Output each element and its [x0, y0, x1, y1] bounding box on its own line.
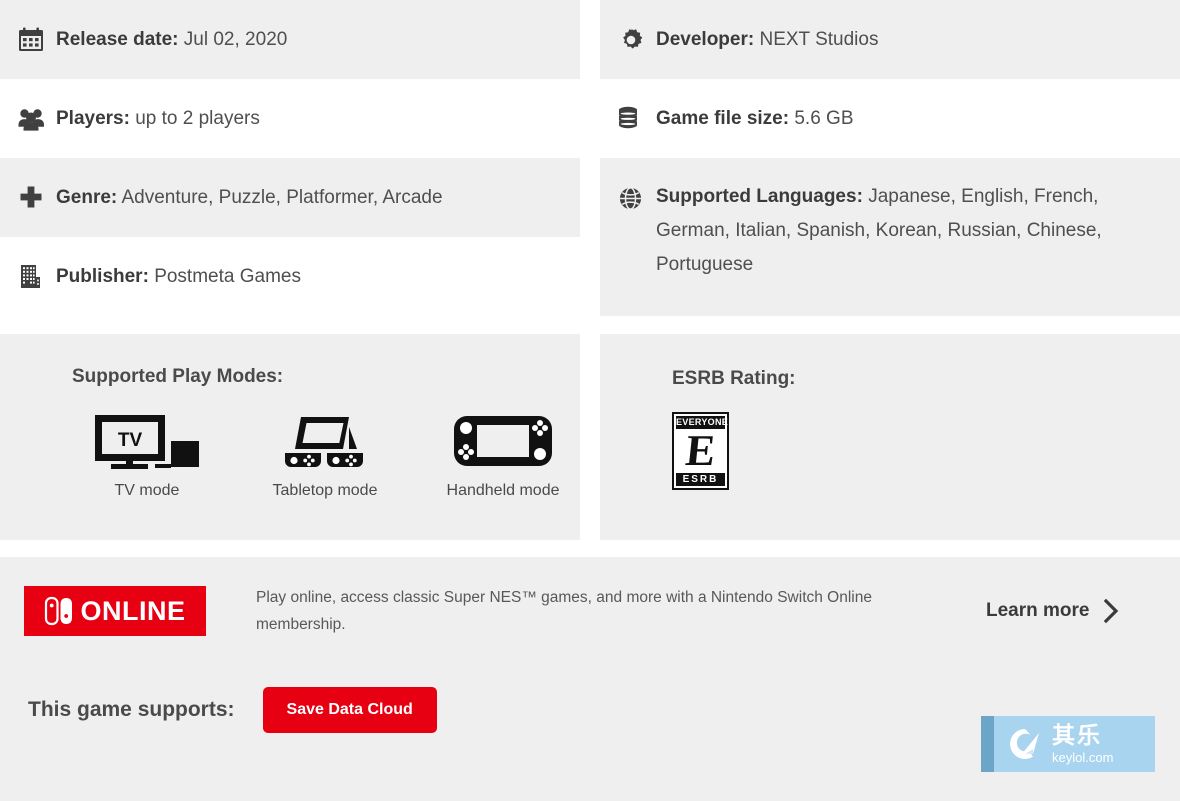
spec-text: Genre: Adventure, Puzzle, Platformer, Ar…	[56, 180, 457, 215]
spec-text: Players: up to 2 players	[56, 101, 274, 136]
nintendo-switch-online-banner: ONLINE Play online, access classic Super…	[0, 557, 1180, 665]
watermark-cn-text: 其乐	[1052, 722, 1102, 748]
calendar-icon	[18, 26, 56, 54]
play-mode-label: Tabletop mode	[272, 482, 378, 499]
globe-icon	[618, 184, 656, 212]
keylol-logo-icon	[1006, 725, 1044, 763]
spec-row-players: Players: up to 2 players	[0, 79, 580, 158]
spec-key: Developer:	[656, 29, 755, 50]
players-icon	[18, 105, 56, 133]
spec-row-release-date: Release date: Jul 02, 2020	[0, 0, 580, 79]
spec-value: Postmeta Games	[154, 266, 301, 287]
play-modes-title: Supported Play Modes:	[72, 366, 284, 387]
spec-row-publisher: Publisher: Postmeta Games	[0, 237, 580, 316]
keylol-watermark: 其乐 keylol.com	[981, 716, 1155, 772]
genre-icon	[18, 184, 56, 212]
spec-value: up to 2 players	[135, 108, 260, 129]
spec-value: NEXT Studios	[759, 29, 879, 50]
spec-row-developer: Developer: NEXT Studios	[600, 0, 1180, 79]
supports-label: This game supports:	[28, 698, 235, 721]
learn-more-link[interactable]: Learn more	[986, 598, 1119, 624]
play-mode-tabletop: Tabletop mode	[250, 410, 400, 500]
spec-key: Game file size:	[656, 108, 790, 129]
switch-controller-icon	[44, 596, 74, 626]
building-icon	[18, 263, 56, 291]
play-mode-handheld: Handheld mode	[428, 410, 578, 500]
esrb-badge-letter: E	[683, 426, 718, 475]
spec-value: 5.6 GB	[794, 108, 854, 129]
spec-value: Adventure, Puzzle, Platformer, Arcade	[121, 187, 443, 208]
database-icon	[618, 105, 656, 133]
spec-column-right: Developer: NEXT Studios Game file size: …	[600, 0, 1180, 316]
learn-more-label: Learn more	[986, 600, 1090, 621]
watermark-accent-bar	[981, 716, 994, 772]
nso-description: Play online, access classic Super NES™ g…	[256, 589, 872, 633]
spec-key: Supported Languages:	[656, 186, 863, 207]
spec-key: Players:	[56, 108, 130, 129]
gear-icon	[618, 26, 656, 54]
spec-row-supported-languages: Supported Languages: Japanese, English, …	[600, 158, 1180, 316]
esrb-rating-panel: ESRB Rating: EVERYONE E ESRB	[600, 334, 1180, 540]
tabletop-mode-icon	[250, 410, 400, 472]
esrb-badge-letter-wrap: E	[676, 426, 725, 475]
chevron-right-icon	[1103, 598, 1119, 624]
spec-column-left: Release date: Jul 02, 2020 Players: up t…	[0, 0, 580, 316]
spec-key: Publisher:	[56, 266, 149, 287]
spec-row-genre: Genre: Adventure, Puzzle, Platformer, Ar…	[0, 158, 580, 237]
play-modes-list: TV TV mode Tabletop mode Handheld mode	[72, 410, 580, 500]
spec-value: Jul 02, 2020	[183, 29, 288, 50]
supported-play-modes-panel: Supported Play Modes: TV TV mode Tableto…	[0, 334, 580, 540]
spec-text: Developer: NEXT Studios	[656, 22, 892, 57]
watermark-url-text: keylol.com	[1052, 750, 1114, 765]
spec-row-game-file-size: Game file size: 5.6 GB	[600, 79, 1180, 158]
spec-text: Publisher: Postmeta Games	[56, 259, 315, 294]
spec-text: Game file size: 5.6 GB	[656, 101, 868, 136]
esrb-title: ESRB Rating:	[672, 368, 796, 389]
spec-text: Supported Languages: Japanese, English, …	[656, 180, 1180, 282]
svg-text:TV: TV	[118, 430, 143, 451]
esrb-badge: EVERYONE E ESRB	[672, 412, 729, 490]
spec-text: Release date: Jul 02, 2020	[56, 22, 301, 57]
nso-logo-word: ONLINE	[80, 595, 186, 626]
handheld-mode-icon	[428, 410, 578, 472]
play-mode-label: Handheld mode	[446, 482, 560, 499]
nintendo-switch-online-logo[interactable]: ONLINE	[24, 586, 206, 636]
watermark-text: 其乐 keylol.com	[1052, 722, 1114, 765]
save-data-cloud-button[interactable]: Save Data Cloud	[262, 687, 437, 733]
tv-mode-icon: TV	[72, 410, 222, 472]
spec-key: Release date:	[56, 29, 179, 50]
play-mode-label: TV mode	[114, 482, 180, 499]
play-mode-tv: TV TV mode	[72, 410, 222, 500]
spec-key: Genre:	[56, 187, 118, 208]
